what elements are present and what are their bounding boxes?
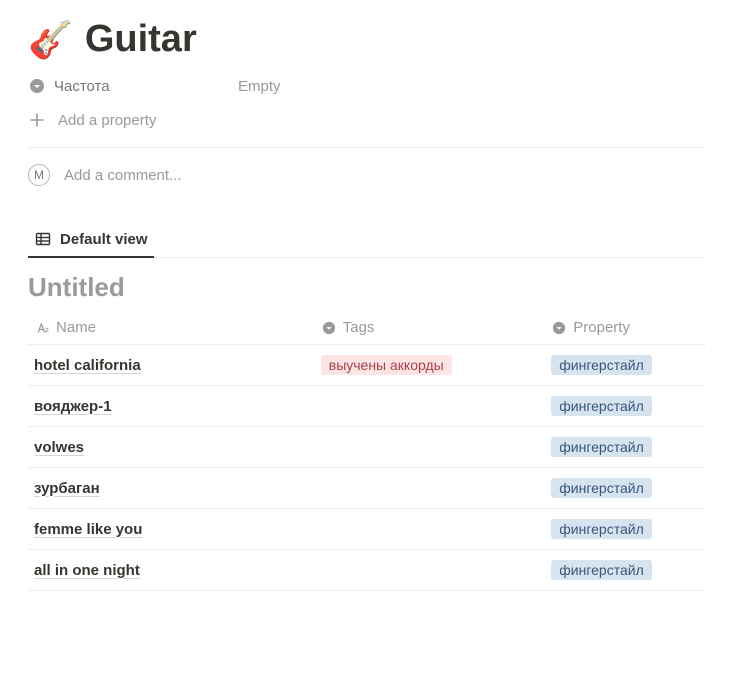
column-header-name-label: Name bbox=[56, 319, 96, 336]
add-property-button[interactable]: Add a property bbox=[28, 101, 706, 148]
table-icon bbox=[34, 230, 52, 248]
page-title[interactable]: Guitar bbox=[85, 18, 197, 61]
cell-tags[interactable] bbox=[313, 550, 544, 591]
cell-tags[interactable] bbox=[313, 386, 544, 427]
cell-tags[interactable] bbox=[313, 468, 544, 509]
table-title[interactable]: Untitled bbox=[28, 272, 706, 303]
page-header: 🎸 Guitar bbox=[28, 0, 706, 71]
cell-property[interactable]: фингерстайл bbox=[543, 427, 706, 468]
cell-property[interactable]: фингерстайл bbox=[543, 345, 706, 386]
tag: фингерстайл bbox=[551, 355, 651, 375]
plus-icon bbox=[28, 111, 46, 129]
tag: фингерстайл bbox=[551, 560, 651, 580]
column-header-tags[interactable]: Tags bbox=[313, 311, 544, 345]
cell-name[interactable]: femme like you bbox=[28, 509, 313, 550]
table-row[interactable]: зурбаган фингерстайл bbox=[28, 468, 706, 509]
cell-name[interactable]: all in one night bbox=[28, 550, 313, 591]
add-property-label: Add a property bbox=[58, 112, 156, 129]
column-header-tags-label: Tags bbox=[343, 319, 375, 336]
select-icon bbox=[551, 320, 567, 336]
cell-tags[interactable] bbox=[313, 427, 544, 468]
column-header-name[interactable]: Name bbox=[28, 311, 313, 345]
table-header-row: Name Tags Property bbox=[28, 311, 706, 345]
tag: фингерстайл bbox=[551, 478, 651, 498]
comment-placeholder[interactable]: Add a comment... bbox=[64, 167, 182, 184]
select-icon bbox=[321, 320, 337, 336]
property-name: Частота bbox=[54, 78, 110, 95]
property-row[interactable]: Частота Empty bbox=[28, 71, 706, 101]
cell-tags[interactable] bbox=[313, 509, 544, 550]
cell-property[interactable]: фингерстайл bbox=[543, 386, 706, 427]
title-icon bbox=[34, 320, 50, 336]
tag: фингерстайл bbox=[551, 519, 651, 539]
table-row[interactable]: hotel california выучены аккорды фингерста… bbox=[28, 345, 706, 386]
cell-name[interactable]: вояджер-1 bbox=[28, 386, 313, 427]
tag: выучены аккорды bbox=[321, 355, 452, 375]
cell-name[interactable]: volwes bbox=[28, 427, 313, 468]
table-row[interactable]: вояджер-1 фингерстайл bbox=[28, 386, 706, 427]
tag: фингерстайл bbox=[551, 437, 651, 457]
select-icon bbox=[28, 77, 46, 95]
table-row[interactable]: femme like you фингерстайл bbox=[28, 509, 706, 550]
view-tab-label: Default view bbox=[60, 231, 148, 248]
cell-property[interactable]: фингерстайл bbox=[543, 509, 706, 550]
comment-row[interactable]: M Add a comment... bbox=[28, 148, 706, 214]
tag: фингерстайл bbox=[551, 396, 651, 416]
cell-tags[interactable]: выучены аккорды bbox=[313, 345, 544, 386]
avatar: M bbox=[28, 164, 50, 186]
view-tab-default[interactable]: Default view bbox=[28, 222, 154, 258]
table-row[interactable]: all in one night фингерстайл bbox=[28, 550, 706, 591]
cell-name[interactable]: hotel california bbox=[28, 345, 313, 386]
column-header-property-label: Property bbox=[573, 319, 630, 336]
property-label: Частота bbox=[28, 77, 238, 95]
cell-name[interactable]: зурбаган bbox=[28, 468, 313, 509]
column-header-property[interactable]: Property bbox=[543, 311, 706, 345]
property-value[interactable]: Empty bbox=[238, 78, 281, 95]
table-row[interactable]: volwes фингерстайл bbox=[28, 427, 706, 468]
view-tabs: Default view bbox=[28, 222, 706, 258]
page-icon[interactable]: 🎸 bbox=[28, 22, 73, 58]
database-table: Name Tags Property h bbox=[28, 311, 706, 591]
cell-property[interactable]: фингерстайл bbox=[543, 550, 706, 591]
cell-property[interactable]: фингерстайл bbox=[543, 468, 706, 509]
